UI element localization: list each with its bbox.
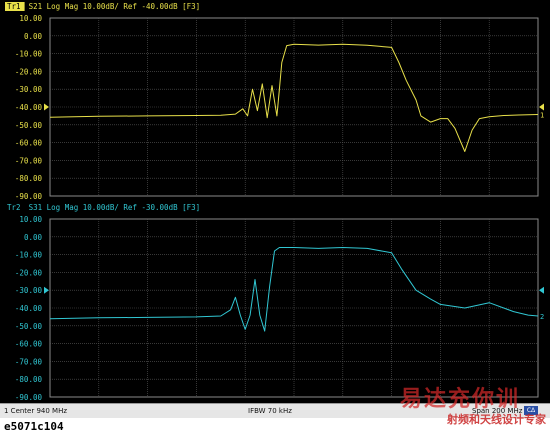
trace-tag: Tr1 <box>7 2 21 11</box>
y-tick-label: -70.00 <box>15 357 43 366</box>
y-tick-label: -90.00 <box>15 393 43 402</box>
trace-end-label: 1 <box>540 111 544 119</box>
reference-marker-left <box>44 286 49 294</box>
y-tick-label: -60.00 <box>15 139 43 148</box>
trace-display: 10.000.00-10.00-20.00-30.00-40.00-50.00-… <box>5 2 544 402</box>
image-caption: e5071c104 <box>4 420 64 433</box>
trace-end-label: 2 <box>540 313 544 321</box>
y-tick-label: -50.00 <box>15 121 43 130</box>
y-tick-label: -40.00 <box>15 103 43 112</box>
reference-marker-right <box>539 286 544 294</box>
trace-title: S21 Log Mag 10.00dB/ Ref -40.00dB [F3] <box>29 2 201 11</box>
y-tick-label: -20.00 <box>15 268 43 277</box>
network-analyzer-window: 10.00 0.00 -10.00 -20.00 -30.00 -40.00 -50.00-… <box>0 0 550 435</box>
reference-marker-right <box>539 103 544 111</box>
trace-tag: Tr2 <box>7 203 21 212</box>
trace-panel-1: 10.00 0.00 -10.00 -20.00 -30.00 -40.00 -50.00 -… <box>5 2 544 201</box>
status-center-frequency: 1 Center 940 MHz <box>4 407 68 415</box>
status-span: Span 200 MHz <box>472 407 523 415</box>
y-tick-label: -50.00 <box>15 322 43 331</box>
status-bar: 1 Center 940 MHz IFBW 70 kHz Span 200 MH… <box>0 403 550 418</box>
trace-panel-2: 10.00 0.00 -10.00 -20.00 -30.00 -40.00 -50.00 -… <box>7 203 544 402</box>
analyzer-screen: 10.00 0.00 -10.00 -20.00 -30.00 -40.00 -50.00-… <box>0 0 550 418</box>
y-tick-label: -10.00 <box>15 50 43 59</box>
y-tick-label: -90.00 <box>15 192 43 201</box>
y-tick-label: 10.00 <box>19 14 42 23</box>
y-tick-label: -10.00 <box>15 251 43 260</box>
y-tick-label: -30.00 <box>15 85 43 94</box>
y-tick-label: -20.00 <box>15 67 43 76</box>
y-tick-label: -60.00 <box>15 340 43 349</box>
y-tick-label: -70.00 <box>15 156 43 165</box>
y-tick-label: 0.00 <box>24 32 43 41</box>
trace-title: S31 Log Mag 10.00dB/ Ref -30.00dB [F3] <box>29 203 201 212</box>
y-tick-label: 10.00 <box>19 215 42 224</box>
y-tick-label: -80.00 <box>15 375 43 384</box>
y-tick-label: 0.00 <box>24 233 43 242</box>
reference-marker-left <box>44 103 49 111</box>
status-ifbw: IFBW 70 kHz <box>248 407 292 415</box>
y-tick-label: -30.00 <box>15 286 43 295</box>
correction-badge[interactable]: CΔ <box>524 406 538 415</box>
y-tick-label: -40.00 <box>15 304 43 313</box>
y-tick-label: -80.00 <box>15 174 43 183</box>
